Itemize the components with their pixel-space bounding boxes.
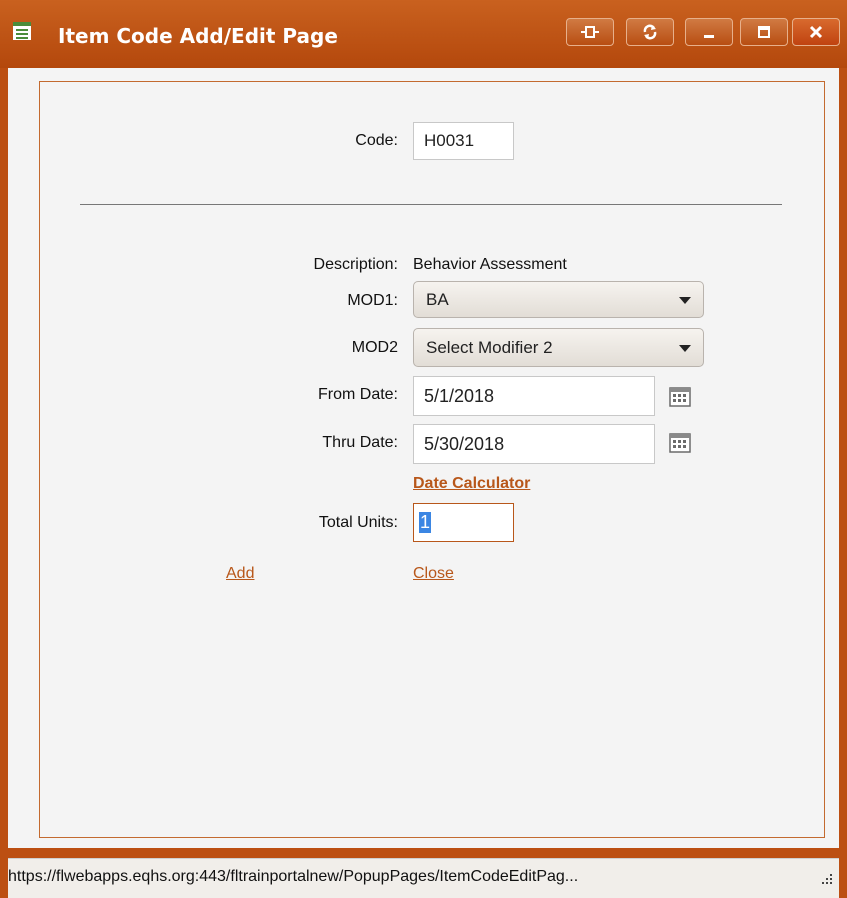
total-units-field[interactable]: 1: [413, 503, 514, 542]
from-date-field[interactable]: 5/1/2018: [413, 376, 655, 416]
mod1-selected-value: BA: [426, 289, 449, 309]
code-field[interactable]: H0031: [413, 122, 514, 160]
thru-date-label: Thru Date:: [322, 434, 398, 451]
pin-icon: [581, 26, 599, 38]
maximize-icon: [758, 26, 770, 38]
calendar-icon[interactable]: [669, 433, 691, 453]
description-value: Behavior Assessment: [413, 256, 567, 273]
mod2-label: MOD2: [351, 339, 398, 356]
minimize-button[interactable]: [685, 18, 733, 46]
refresh-button[interactable]: [626, 18, 674, 46]
total-units-value: 1: [419, 512, 432, 533]
mod1-label: MOD1:: [347, 292, 398, 309]
description-label: Description:: [313, 256, 398, 273]
thru-date-field[interactable]: 5/30/2018: [413, 424, 655, 464]
calendar-icon[interactable]: [669, 387, 691, 407]
total-units-label: Total Units:: [318, 514, 398, 531]
maximize-button[interactable]: [740, 18, 788, 46]
title-bar[interactable]: Item Code Add/Edit Page: [0, 0, 847, 68]
mod2-select[interactable]: Select Modifier 2: [413, 328, 704, 367]
popup-window: Item Code Add/Edit Page Code: H0031 Desc…: [0, 0, 847, 898]
status-url: https://flwebapps.eqhs.org:443/fltrainpo…: [8, 868, 579, 885]
close-link[interactable]: Close: [413, 565, 454, 583]
divider: [80, 204, 782, 205]
window-title: Item Code Add/Edit Page: [58, 24, 338, 48]
status-bar: https://flwebapps.eqhs.org:443/fltrainpo…: [8, 858, 839, 898]
from-date-label: From Date:: [317, 386, 398, 403]
refresh-icon: [643, 24, 657, 40]
close-icon: [809, 25, 823, 39]
minimize-icon: [704, 35, 714, 38]
chevron-down-icon: [679, 345, 691, 352]
code-label: Code:: [355, 132, 398, 149]
mod1-select[interactable]: BA: [413, 281, 704, 318]
close-button[interactable]: [792, 18, 840, 46]
date-calculator-link[interactable]: Date Calculator: [413, 475, 530, 493]
pin-button[interactable]: [566, 18, 614, 46]
window-list-icon: [13, 22, 31, 40]
add-link[interactable]: Add: [226, 565, 254, 583]
chevron-down-icon: [679, 297, 691, 304]
mod2-selected-value: Select Modifier 2: [426, 337, 553, 357]
resize-grip-icon[interactable]: [817, 871, 835, 889]
